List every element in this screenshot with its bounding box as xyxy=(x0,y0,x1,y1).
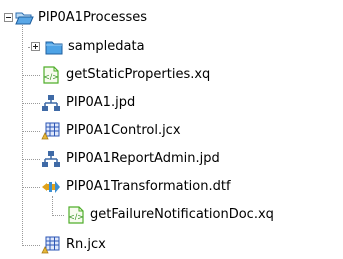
tree-connector xyxy=(52,215,64,216)
tree-connector xyxy=(22,187,40,188)
folder-icon xyxy=(44,37,64,57)
tree-connector xyxy=(22,131,40,132)
tree-item-label[interactable]: getStaticProperties.xq xyxy=(66,66,210,84)
svg-text:</>: </> xyxy=(68,213,83,222)
tree-item-label[interactable]: sampledata xyxy=(68,38,145,56)
tree-item-label[interactable]: Rn.jcx xyxy=(66,236,106,254)
xquery-file-icon: </> xyxy=(66,205,86,225)
process-file-icon xyxy=(41,93,61,113)
svg-text:</>: </> xyxy=(43,73,58,82)
control-file-icon xyxy=(41,235,61,255)
tree-connector xyxy=(22,75,40,76)
tree-item-label[interactable]: PIP0A1Control.jcx xyxy=(66,122,181,140)
file-tree: PIP0A1Processes sampledata </> getStatic… xyxy=(0,0,343,259)
transformation-file-icon xyxy=(41,177,61,197)
control-file-icon xyxy=(41,121,61,141)
tree-item-label[interactable]: PIP0A1ReportAdmin.jpd xyxy=(66,150,220,168)
tree-connector xyxy=(22,25,23,246)
tree-connector xyxy=(22,159,40,160)
tree-item-label[interactable]: getFailureNotificationDoc.xq xyxy=(90,206,274,224)
xquery-file-icon: </> xyxy=(41,65,61,85)
tree-item-label[interactable]: PIP0A1.jpd xyxy=(66,94,135,112)
collapse-toggle[interactable] xyxy=(4,13,13,22)
open-folder-icon xyxy=(14,8,34,28)
process-file-icon xyxy=(41,149,61,169)
tree-connector xyxy=(22,103,40,104)
tree-item-label[interactable]: PIP0A1Transformation.dtf xyxy=(66,178,231,196)
tree-connector xyxy=(52,196,53,216)
tree-connector xyxy=(22,245,40,246)
tree-item-label[interactable]: PIP0A1Processes xyxy=(38,9,147,27)
expand-toggle[interactable] xyxy=(31,42,40,51)
